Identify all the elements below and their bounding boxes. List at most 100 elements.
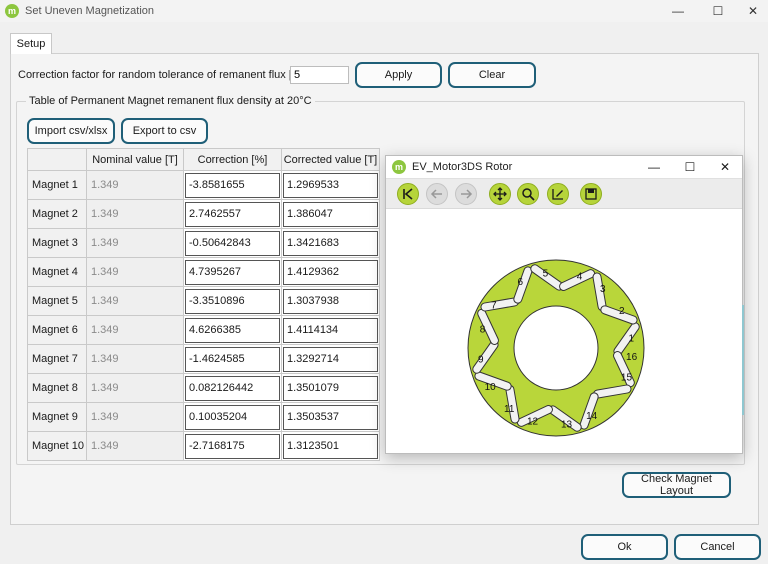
cancel-button[interactable]: Cancel	[674, 534, 761, 560]
row-header[interactable]: Magnet 10	[27, 431, 87, 461]
row-header[interactable]: Magnet 2	[27, 199, 87, 229]
correction-cell[interactable]: 2.7462557	[182, 199, 282, 229]
magnet-label: 12	[527, 416, 539, 427]
correction-cell[interactable]: 4.6266385	[182, 315, 282, 345]
magnet-label: 14	[586, 411, 598, 422]
correction-cell[interactable]: 0.082126442	[182, 373, 282, 403]
correction-cell[interactable]: 4.7395267	[182, 257, 282, 287]
table-row: Magnet 2 1.349 2.7462557 1.386047	[27, 199, 380, 229]
table-row: Magnet 10 1.349 -2.7168175 1.3123501	[27, 431, 380, 461]
corrected-value-cell[interactable]: 1.3503537	[280, 402, 380, 432]
close-button[interactable]: ✕	[735, 0, 768, 22]
correction-cell[interactable]: -2.7168175	[182, 431, 282, 461]
magnet-flux-table: Nominal value [T] Correction [%] Correct…	[27, 148, 380, 461]
magnet-label: 9	[478, 355, 484, 366]
home-icon[interactable]	[397, 183, 419, 205]
magnet-table-group-title: Table of Permanent Magnet remanent flux …	[26, 95, 315, 107]
row-header[interactable]: Magnet 6	[27, 315, 87, 345]
table-row: Magnet 1 1.349 -3.8581655 1.2969533	[27, 170, 380, 200]
correction-value: 0.10035204	[184, 404, 280, 430]
back-arrow-icon[interactable]	[426, 183, 448, 205]
corrected-value-cell[interactable]: 1.3292714	[280, 344, 380, 374]
row-header[interactable]: Magnet 4	[27, 257, 87, 287]
corrected-value-cell[interactable]: 1.4114134	[280, 315, 380, 345]
maximize-button[interactable]: ☐	[700, 0, 736, 22]
rotor-bore	[513, 305, 599, 391]
title-bar: m Set Uneven Magnetization — ☐ ✕	[0, 0, 768, 22]
magnet-label: 5	[543, 269, 549, 280]
corrected-value: 1.3501079	[282, 375, 378, 401]
corrected-value: 1.3123501	[282, 433, 378, 459]
nominal-value-cell: 1.349	[85, 286, 184, 316]
correction-cell[interactable]: -3.8581655	[182, 170, 282, 200]
row-header[interactable]: Magnet 5	[27, 286, 87, 316]
rotor-plot[interactable]: 123456789101112 13141516	[386, 210, 742, 453]
row-header[interactable]: Magnet 3	[27, 228, 87, 258]
correction-value: 0.082126442	[184, 375, 280, 401]
nominal-value-cell: 1.349	[85, 315, 184, 345]
magnet-label: 2	[619, 306, 625, 317]
corrected-value-cell[interactable]: 1.3037938	[280, 286, 380, 316]
correction-cell[interactable]: -1.4624585	[182, 344, 282, 374]
magnet-label: 3	[600, 284, 606, 295]
app-logo-icon: m	[5, 4, 19, 18]
column-header-corrected[interactable]: Corrected value [T]	[280, 148, 380, 171]
import-csv-button[interactable]: Import csv/xlsx	[27, 118, 115, 144]
corrected-value-cell[interactable]: 1.2969533	[280, 170, 380, 200]
column-header-correction[interactable]: Correction [%]	[182, 148, 282, 171]
plot-toolbar	[386, 178, 742, 209]
magnet-label: 8	[480, 324, 486, 335]
ok-button[interactable]: Ok	[581, 534, 668, 560]
export-csv-button[interactable]: Export to csv	[121, 118, 208, 144]
magnet-label: 4	[577, 272, 583, 283]
pan-icon[interactable]	[489, 183, 511, 205]
edit-axes-icon[interactable]	[547, 183, 569, 205]
magnet-label: 13	[561, 419, 573, 430]
table-row: Magnet 7 1.349 -1.4624585 1.3292714	[27, 344, 380, 374]
check-magnet-layout-button[interactable]: Check Magnet Layout	[622, 472, 731, 498]
nominal-value-cell: 1.349	[85, 228, 184, 258]
correction-cell[interactable]: -0.50642843	[182, 228, 282, 258]
corrected-value: 1.3503537	[282, 404, 378, 430]
rotor-view-window: m EV_Motor3DS Rotor — ☐ ✕ 1 2 3 4 5 6 7 8 9 10 11 1…	[385, 155, 743, 454]
corrected-value: 1.3037938	[282, 288, 378, 314]
app-logo-icon: m	[392, 160, 406, 174]
table-row: Magnet 3 1.349 -0.50642843 1.3421683	[27, 228, 380, 258]
minimize-button[interactable]: —	[660, 0, 696, 22]
corrected-value-cell[interactable]: 1.3123501	[280, 431, 380, 461]
clear-button[interactable]: Clear	[448, 62, 536, 88]
row-header[interactable]: Magnet 8	[27, 373, 87, 403]
zoom-icon[interactable]	[517, 183, 539, 205]
apply-button[interactable]: Apply	[355, 62, 442, 88]
column-header-nominal[interactable]: Nominal value [T]	[85, 148, 184, 171]
forward-arrow-icon[interactable]	[455, 183, 477, 205]
correction-cell[interactable]: 0.10035204	[182, 402, 282, 432]
magnet-label: 16	[626, 352, 638, 363]
nominal-value-cell: 1.349	[85, 402, 184, 432]
nominal-value-cell: 1.349	[85, 344, 184, 374]
table-row: Magnet 6 1.349 4.6266385 1.4114134	[27, 315, 380, 345]
row-header[interactable]: Magnet 7	[27, 344, 87, 374]
row-header[interactable]: Magnet 1	[27, 170, 87, 200]
save-icon[interactable]	[580, 183, 602, 205]
nominal-value-cell: 1.349	[85, 373, 184, 403]
tab-setup[interactable]: Setup	[10, 33, 52, 54]
corrected-value: 1.2969533	[282, 172, 378, 198]
rotor-minimize-button[interactable]: —	[636, 156, 672, 178]
corrected-value-cell[interactable]: 1.3421683	[280, 228, 380, 258]
table-row: Magnet 9 1.349 0.10035204 1.3503537	[27, 402, 380, 432]
magnet-label: 1	[628, 333, 634, 344]
corrected-value-cell[interactable]: 1.4129362	[280, 257, 380, 287]
correction-factor-input[interactable]	[290, 66, 349, 84]
nominal-value-cell: 1.349	[85, 257, 184, 287]
correction-value: 4.7395267	[184, 259, 280, 285]
correction-cell[interactable]: -3.3510896	[182, 286, 282, 316]
nominal-value-cell: 1.349	[85, 199, 184, 229]
corrected-value-cell[interactable]: 1.386047	[280, 199, 380, 229]
magnet-label: 6	[518, 277, 524, 288]
row-header[interactable]: Magnet 9	[27, 402, 87, 432]
corrected-value-cell[interactable]: 1.3501079	[280, 373, 380, 403]
rotor-close-button[interactable]: ✕	[707, 156, 743, 178]
magnet-label: 15	[621, 372, 633, 383]
rotor-maximize-button[interactable]: ☐	[672, 156, 708, 178]
